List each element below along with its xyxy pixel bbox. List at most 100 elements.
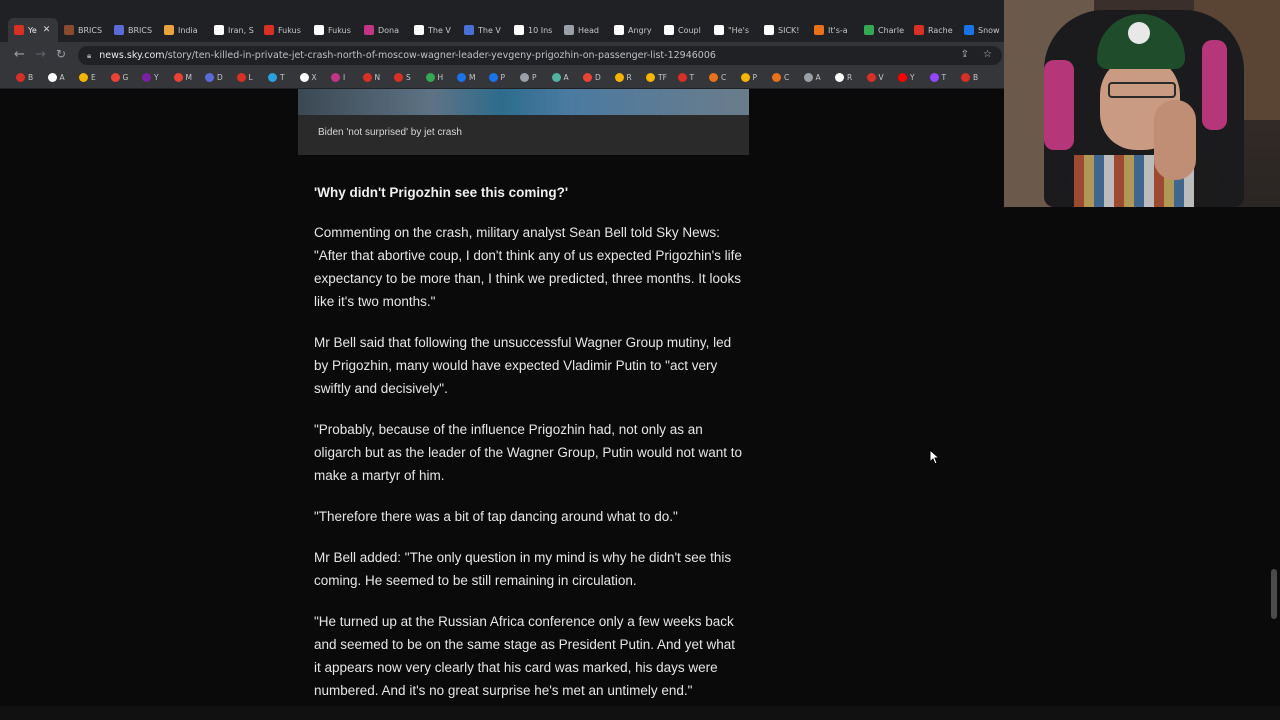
browser-tab[interactable]: Rache	[908, 20, 958, 40]
bookmark-item[interactable]: S	[394, 73, 411, 82]
bookmark-item[interactable]: TF	[646, 73, 667, 82]
bookmark-favicon-icon	[362, 73, 372, 82]
browser-tab[interactable]: 10 Ins	[508, 20, 558, 40]
browser-tab[interactable]: Ye ✕	[8, 18, 58, 42]
bookmark-item[interactable]: A	[551, 73, 569, 82]
bookmark-item[interactable]: T	[929, 73, 946, 82]
browser-tab[interactable]: India	[158, 20, 208, 40]
bookmark-label: I	[343, 73, 346, 82]
browser-tab[interactable]: Angry	[608, 20, 658, 40]
bookmark-item[interactable]: M	[173, 73, 192, 82]
bookmark-favicon-icon	[866, 73, 876, 82]
browser-tab[interactable]: Snow	[958, 20, 1008, 40]
bookmark-favicon-icon	[457, 73, 466, 82]
bookmark-favicon-icon	[79, 73, 88, 82]
browser-tab[interactable]: Fukus	[308, 20, 358, 40]
tab-label: Rache	[928, 25, 953, 35]
browser-tab[interactable]: Charle	[858, 20, 908, 40]
bookmark-item[interactable]: V	[866, 73, 884, 82]
bookmark-item[interactable]: A	[47, 73, 65, 82]
bookmark-favicon-icon	[47, 73, 57, 82]
browser-tab[interactable]: Head	[558, 20, 608, 40]
browser-tab[interactable]: BRICS	[108, 20, 158, 40]
bookmark-label: D	[217, 73, 223, 82]
video-thumbnail[interactable]	[298, 89, 749, 115]
tab-favicon-icon	[214, 25, 224, 35]
bookmark-favicon-icon	[299, 73, 309, 82]
bookmark-favicon-icon	[551, 73, 561, 82]
bookmark-item[interactable]: P	[740, 73, 758, 82]
bookmark-favicon-icon	[898, 73, 907, 82]
bookmark-item[interactable]: A	[803, 73, 821, 82]
bookmark-label: T	[689, 73, 695, 82]
browser-tab[interactable]: SICK!	[758, 20, 808, 40]
browser-tab[interactable]: Dona	[358, 20, 408, 40]
bookmark-item[interactable]: Y	[142, 73, 159, 82]
bookmark-item[interactable]: T	[677, 73, 695, 82]
bookmark-label: B	[973, 73, 979, 82]
tab-favicon-icon	[964, 25, 974, 35]
reload-icon[interactable]: ↻	[56, 47, 66, 61]
lock-icon[interactable]: 🔒︎	[87, 51, 91, 61]
back-arrow-icon[interactable]: ←	[14, 47, 25, 62]
bookmark-favicon-icon	[268, 73, 277, 82]
bookmark-label: A	[563, 73, 569, 82]
bookmark-item[interactable]: C	[772, 73, 789, 82]
bookmark-item[interactable]: D	[205, 73, 223, 82]
bookmark-item[interactable]: E	[79, 73, 96, 82]
bookmark-label: B	[28, 73, 34, 82]
page-scrollbar-thumb[interactable]	[1271, 569, 1277, 619]
tab-favicon-icon	[564, 25, 574, 35]
bookmark-item[interactable]: B	[16, 73, 33, 82]
browser-tab[interactable]: Coupl	[658, 20, 708, 40]
browser-tab[interactable]: BRICS	[58, 20, 108, 40]
bookmark-favicon-icon	[677, 73, 687, 82]
tab-label: It's-a	[828, 25, 848, 35]
bookmark-item[interactable]: R	[835, 73, 852, 82]
bookmark-favicon-icon	[205, 73, 214, 82]
bookmark-item[interactable]: L	[236, 73, 253, 82]
bookmark-favicon-icon	[16, 73, 25, 82]
bookmark-item[interactable]: B	[961, 73, 978, 82]
bookmark-item[interactable]: Y	[898, 73, 915, 82]
browser-tab[interactable]: It's-a	[808, 20, 858, 40]
bookmark-star-icon[interactable]: ☆	[983, 49, 992, 60]
browser-tab[interactable]: "He's	[708, 20, 758, 40]
video-caption-block[interactable]: Biden 'not surprised' by jet crash	[298, 89, 749, 155]
bookmark-item[interactable]: X	[299, 73, 317, 82]
bookmark-item[interactable]: N	[362, 73, 380, 82]
forward-arrow-icon[interactable]: →	[35, 47, 46, 62]
bookmark-favicon-icon	[646, 73, 655, 82]
tab-favicon-icon	[414, 25, 424, 35]
tab-label: India	[178, 25, 198, 35]
bookmark-item[interactable]: T	[268, 73, 285, 82]
bookmark-favicon-icon	[614, 73, 624, 82]
address-bar[interactable]: 🔒︎ news.sky.com/story/ten-killed-in-priv…	[78, 46, 1002, 65]
tab-label: Ye	[28, 25, 37, 35]
browser-tab[interactable]: The V	[408, 20, 458, 40]
tab-label: SICK!	[778, 25, 800, 35]
tab-label: Charle	[878, 25, 904, 35]
tab-favicon-icon	[114, 25, 124, 35]
bookmark-favicon-icon	[394, 73, 403, 82]
browser-tab[interactable]: Iran, S	[208, 20, 258, 40]
bookmark-item[interactable]: P	[520, 73, 537, 82]
bookmark-item[interactable]: P	[488, 73, 505, 82]
browser-tab[interactable]: Fukus	[258, 20, 308, 40]
bookmark-favicon-icon	[110, 73, 120, 82]
share-icon[interactable]: ⇪	[961, 49, 969, 60]
bookmark-item[interactable]: R	[614, 73, 632, 82]
bookmark-label: C	[784, 73, 790, 82]
bottom-strip	[0, 706, 1280, 720]
bookmark-item[interactable]: I	[331, 73, 345, 82]
browser-tab[interactable]: The V	[458, 20, 508, 40]
bookmark-item[interactable]: D	[583, 73, 601, 82]
bookmark-label: P	[752, 73, 758, 82]
bookmark-item[interactable]: C	[709, 73, 726, 82]
close-tab-icon[interactable]: ✕	[43, 25, 51, 35]
tab-favicon-icon	[814, 25, 824, 35]
bookmark-item[interactable]: H	[425, 73, 443, 82]
bookmark-favicon-icon	[835, 73, 844, 82]
bookmark-item[interactable]: M	[457, 73, 475, 82]
bookmark-item[interactable]: G	[110, 73, 128, 82]
